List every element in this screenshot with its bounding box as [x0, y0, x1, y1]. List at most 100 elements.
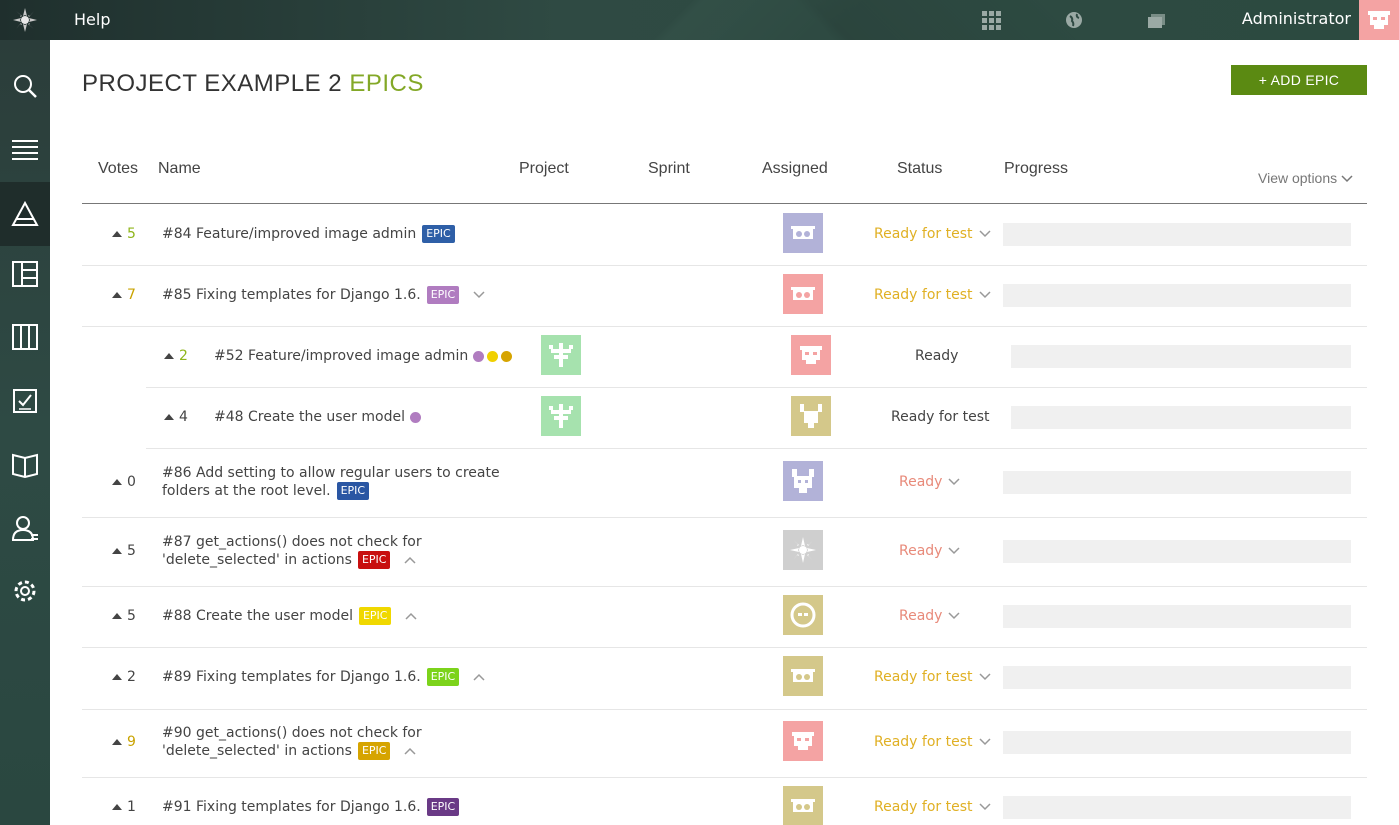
- folders-icon[interactable]: [1146, 9, 1168, 31]
- chevron-up-icon[interactable]: [404, 551, 416, 569]
- user-name[interactable]: Administrator: [1242, 9, 1351, 28]
- top-bar-pattern: [0, 0, 1399, 40]
- epic-title[interactable]: #90 get_actions() does not check for: [162, 724, 422, 742]
- epic-title-cont[interactable]: 'delete_selected' in actions: [162, 743, 352, 759]
- assigned-avatar[interactable]: [791, 396, 831, 436]
- assigned-avatar[interactable]: [783, 786, 823, 825]
- assigned-avatar[interactable]: [791, 335, 831, 375]
- status-dropdown[interactable]: Ready for test: [874, 799, 991, 815]
- project-logo[interactable]: [541, 335, 581, 375]
- col-progress[interactable]: Progress: [1004, 160, 1068, 178]
- col-votes[interactable]: Votes: [98, 160, 138, 178]
- help-link[interactable]: Help: [74, 10, 110, 29]
- userstory-title[interactable]: #52 Feature/improved image admin: [214, 348, 468, 364]
- chevron-up-icon[interactable]: [473, 668, 485, 686]
- vote-button[interactable]: 7: [112, 287, 136, 303]
- assigned-avatar[interactable]: [783, 530, 823, 570]
- sprints-icon[interactable]: [0, 305, 50, 369]
- progress-bar: [1011, 345, 1351, 368]
- col-status[interactable]: Status: [897, 160, 942, 178]
- userstory-name[interactable]: #52 Feature/improved image admin: [214, 347, 513, 365]
- status-dropdown[interactable]: Ready for test: [874, 669, 991, 685]
- header-divider: [82, 203, 1367, 204]
- row-divider: [146, 448, 1367, 449]
- col-assigned[interactable]: Assigned: [762, 160, 828, 178]
- status-dropdown[interactable]: Ready: [899, 543, 960, 559]
- chevron-up-icon[interactable]: [404, 742, 416, 760]
- search-icon[interactable]: [0, 54, 50, 118]
- grid-icon[interactable]: [980, 9, 1002, 31]
- epic-name[interactable]: #87 get_actions() does not check for'del…: [162, 533, 422, 569]
- epic-title-cont[interactable]: folders at the root level.: [162, 483, 331, 499]
- epic-dot: [501, 350, 513, 362]
- status-dropdown[interactable]: Ready: [899, 608, 960, 624]
- epic-title[interactable]: #91 Fixing templates for Django 1.6.: [162, 799, 421, 815]
- assigned-avatar[interactable]: [783, 213, 823, 253]
- vote-button[interactable]: 4: [164, 409, 188, 425]
- status-label: Ready for test: [874, 669, 973, 685]
- globe-icon[interactable]: [1063, 9, 1085, 31]
- assigned-avatar[interactable]: [783, 595, 823, 635]
- vote-button[interactable]: 9: [112, 734, 136, 750]
- vote-button[interactable]: 5: [112, 608, 136, 624]
- col-project[interactable]: Project: [519, 160, 569, 178]
- epic-title[interactable]: #86 Add setting to allow regular users t…: [162, 464, 500, 482]
- col-sprint[interactable]: Sprint: [648, 160, 690, 178]
- progress-bar: [1003, 796, 1351, 819]
- epic-name[interactable]: #89 Fixing templates for Django 1.6. EPIC: [162, 668, 485, 686]
- col-name[interactable]: Name: [158, 160, 201, 178]
- vote-button[interactable]: 0: [112, 474, 136, 490]
- user-avatar[interactable]: [1359, 0, 1399, 40]
- epic-tag: EPIC: [357, 742, 391, 760]
- chevron-down-icon[interactable]: [473, 286, 485, 304]
- epic-name[interactable]: #90 get_actions() does not check for'del…: [162, 724, 422, 760]
- chevron-up-icon[interactable]: [405, 607, 418, 625]
- issues-icon[interactable]: [0, 369, 50, 433]
- assigned-avatar[interactable]: [783, 721, 823, 761]
- chevron-down-icon: [978, 673, 991, 681]
- epic-title[interactable]: #84 Feature/improved image admin: [162, 226, 416, 242]
- chevron-down-icon: [948, 547, 960, 555]
- kanban-icon[interactable]: [0, 242, 50, 306]
- team-icon[interactable]: [0, 496, 50, 560]
- vote-button[interactable]: 1: [112, 799, 136, 815]
- settings-icon[interactable]: [0, 559, 50, 623]
- epic-title[interactable]: #88 Create the user model: [162, 608, 353, 624]
- assigned-avatar[interactable]: [783, 274, 823, 314]
- vote-button[interactable]: 2: [112, 669, 136, 685]
- epic-name[interactable]: #91 Fixing templates for Django 1.6. EPIC: [162, 798, 460, 816]
- backlog-icon[interactable]: [0, 118, 50, 182]
- section-name: EPICS: [349, 70, 424, 97]
- status-dropdown[interactable]: Ready: [899, 474, 960, 490]
- vote-button[interactable]: 5: [112, 543, 136, 559]
- project-logo[interactable]: [541, 396, 581, 436]
- userstory-name[interactable]: #48 Create the user model: [214, 408, 421, 426]
- status-dropdown[interactable]: Ready for test: [874, 734, 991, 750]
- vote-button[interactable]: 2: [164, 348, 188, 364]
- wiki-icon[interactable]: [0, 432, 50, 496]
- epics-icon[interactable]: [0, 182, 50, 246]
- epic-title-cont[interactable]: 'delete_selected' in actions: [162, 552, 352, 568]
- epic-name[interactable]: #86 Add setting to allow regular users t…: [162, 464, 500, 500]
- assigned-avatar[interactable]: [783, 461, 823, 501]
- view-options-dropdown[interactable]: View options: [1258, 170, 1353, 186]
- upvote-icon: [112, 739, 122, 745]
- epic-title[interactable]: #85 Fixing templates for Django 1.6.: [162, 287, 421, 303]
- epic-title[interactable]: #87 get_actions() does not check for: [162, 533, 422, 551]
- epic-name[interactable]: #88 Create the user model EPIC: [162, 607, 418, 625]
- epic-name[interactable]: #85 Fixing templates for Django 1.6. EPIC: [162, 286, 485, 304]
- status-dropdown[interactable]: Ready for test: [874, 226, 991, 242]
- taiga-logo-icon[interactable]: [0, 0, 50, 40]
- epic-title[interactable]: #89 Fixing templates for Django 1.6.: [162, 669, 421, 685]
- vote-count: 5: [127, 543, 136, 559]
- vote-button[interactable]: 5: [112, 226, 136, 242]
- add-epic-button[interactable]: + ADD EPIC: [1231, 65, 1367, 95]
- userstory-title[interactable]: #48 Create the user model: [214, 409, 405, 425]
- epic-name[interactable]: #84 Feature/improved image admin EPIC: [162, 225, 455, 243]
- progress-bar: [1003, 666, 1351, 689]
- epic-tag: EPIC: [357, 551, 391, 569]
- assigned-avatar[interactable]: [783, 656, 823, 696]
- status-label: Ready for test: [874, 799, 973, 815]
- status-dropdown[interactable]: Ready for test: [874, 287, 991, 303]
- progress-bar: [1003, 284, 1351, 307]
